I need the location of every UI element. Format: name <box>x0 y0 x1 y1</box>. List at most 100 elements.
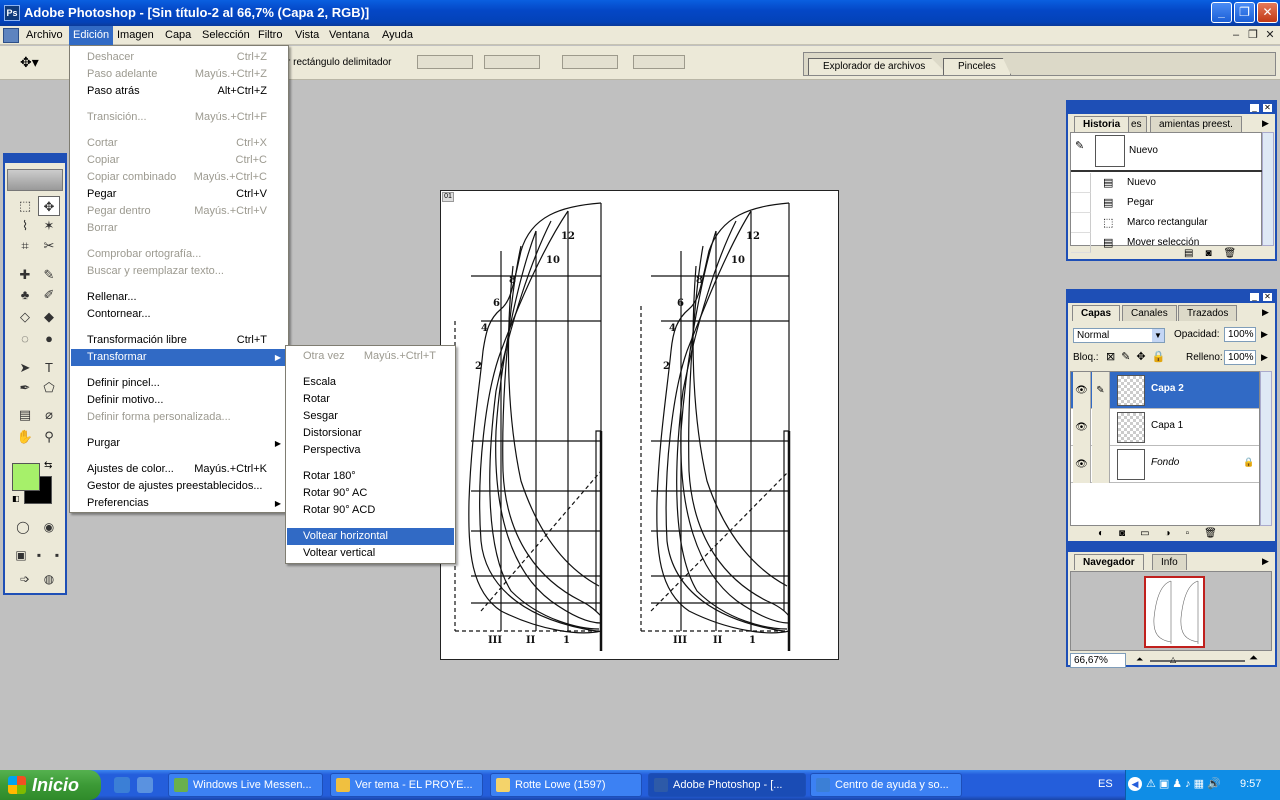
history-minimize-button[interactable]: _ <box>1249 103 1260 113</box>
layer-row[interactable]: 👁 Fondo 🔒 <box>1071 446 1259 483</box>
tray-icons[interactable]: ⚠▣♟♪▦🔊 <box>1146 777 1236 793</box>
opacity-slider-arrow-icon[interactable]: ▶ <box>1261 329 1268 340</box>
edit-menu-item[interactable]: Pegar Ctrl+V <box>71 186 287 203</box>
history-source-cell[interactable] <box>1071 173 1091 193</box>
screen-mode-3-icon[interactable]: ▪ <box>46 545 68 565</box>
transform-menu-item[interactable]: Escala <box>287 374 454 391</box>
history-brush-icon[interactable]: ✐ <box>38 285 60 305</box>
visibility-eye-icon[interactable]: 👁 <box>1073 446 1091 483</box>
adobe-logo-icon[interactable] <box>7 169 63 191</box>
navigator-menu-arrow-icon[interactable]: ▶ <box>1262 556 1269 567</box>
pen-tool-icon[interactable]: ✒ <box>14 378 36 398</box>
layer-thumbnail[interactable] <box>1117 412 1145 443</box>
zoom-tool-icon[interactable]: ⚲ <box>38 427 60 447</box>
opacity-input[interactable]: 100% <box>1224 327 1256 342</box>
history-source-cell[interactable] <box>1071 213 1091 233</box>
well-tab-file-browser[interactable]: Explorador de archivos <box>808 58 948 75</box>
history-menu-arrow-icon[interactable]: ▶ <box>1262 118 1269 129</box>
marquee-tool-icon[interactable]: ⬚ <box>14 196 36 216</box>
quickmask-mode-icon[interactable]: ◉ <box>38 517 60 537</box>
tab-canales[interactable]: Canales <box>1122 305 1177 321</box>
fill-slider-arrow-icon[interactable]: ▶ <box>1261 352 1268 363</box>
standard-mode-icon[interactable]: ◯ <box>12 517 34 537</box>
foreground-color-swatch[interactable] <box>12 463 40 491</box>
layer-row[interactable]: 👁 ✎ Capa 2 <box>1071 372 1259 409</box>
paint-bucket-icon[interactable]: ◆ <box>38 307 60 327</box>
distribute-horizontal-icons[interactable] <box>633 55 685 69</box>
transform-menu-item[interactable]: Rotar 180° <box>287 468 454 485</box>
edit-menu-item[interactable]: Ajustes de color... Mayús.+Ctrl+K <box>71 461 287 478</box>
hand-tool-icon[interactable]: ✋ <box>14 427 36 447</box>
taskbar-item[interactable]: Rotte Lowe (1597) <box>490 773 642 797</box>
transform-menu-item[interactable]: Sesgar <box>287 408 454 425</box>
history-source-cell[interactable] <box>1071 193 1091 213</box>
navigator-panel-header[interactable] <box>1068 544 1275 552</box>
edit-menu-item[interactable]: Preferencias ▶ <box>71 495 287 512</box>
document-canvas[interactable]: 01 12 10 8 6 4 2 III II 1 12 10 8 6 4 2 … <box>440 190 839 660</box>
layers-bottom-icons[interactable]: ◐◙▭◑▫🗑 <box>1098 528 1232 539</box>
taskbar-item[interactable]: Adobe Photoshop - [... <box>648 773 806 797</box>
imageready-icon[interactable]: ◍ <box>38 569 60 589</box>
edit-menu-item[interactable]: Purgar ▶ <box>71 435 287 452</box>
edit-menu-item[interactable]: Paso atrás Alt+Ctrl+Z <box>71 83 287 100</box>
layer-thumbnail[interactable] <box>1117 375 1145 406</box>
magic-wand-icon[interactable]: ✶ <box>38 216 60 236</box>
path-select-icon[interactable]: ➤ <box>14 358 36 378</box>
transform-menu-item[interactable]: Distorsionar <box>287 425 454 442</box>
tab-herramientas-preest[interactable]: amientas preest. <box>1150 116 1242 132</box>
taskbar-item[interactable]: Windows Live Messen... <box>168 773 323 797</box>
snapshot-thumb[interactable] <box>1095 135 1125 167</box>
history-item[interactable]: Marco rectangular <box>1127 213 1261 233</box>
edit-menu-item[interactable]: Definir pincel... <box>71 375 287 392</box>
history-brush-icon[interactable]: ✎ <box>1075 139 1084 152</box>
clone-stamp-icon[interactable]: ♣ <box>14 285 36 305</box>
layer-link-icon[interactable] <box>1092 446 1110 483</box>
move-tool-icon[interactable]: ✥ <box>38 196 60 216</box>
move-tool-icon[interactable]: ✥▾ <box>20 54 39 71</box>
history-scrollbar[interactable] <box>1262 132 1274 246</box>
layer-row[interactable]: 👁 Capa 1 <box>1071 409 1259 446</box>
slice-tool-icon[interactable]: ✂ <box>38 236 60 256</box>
tray-expand-icon[interactable]: ◀ <box>1128 777 1142 791</box>
menu-capa[interactable]: Capa <box>161 26 195 45</box>
zoom-out-icon[interactable]: ⏶ <box>1136 654 1143 665</box>
layers-minimize-button[interactable]: _ <box>1249 292 1260 302</box>
layer-name[interactable]: Capa 1 <box>1151 420 1183 431</box>
close-button[interactable]: ✕ <box>1257 2 1278 23</box>
edit-menu-item[interactable]: Definir motivo... <box>71 392 287 409</box>
language-indicator[interactable]: ES <box>1098 778 1113 790</box>
distribute-icons[interactable] <box>562 55 618 69</box>
align-vertical-icons[interactable] <box>484 55 540 69</box>
edit-menu-item[interactable]: Contornear... <box>71 306 287 323</box>
visibility-eye-icon[interactable]: 👁 <box>1073 372 1091 409</box>
navigator-view-box[interactable] <box>1144 576 1205 648</box>
blur-tool-icon[interactable]: ◌ <box>14 329 36 349</box>
layers-close-button[interactable]: ✕ <box>1262 292 1273 302</box>
menu-vista[interactable]: Vista <box>291 26 323 45</box>
align-icons[interactable] <box>417 55 473 69</box>
visibility-eye-icon[interactable]: 👁 <box>1073 409 1091 446</box>
edit-menu-item[interactable]: Gestor de ajustes preestablecidos... <box>71 478 287 495</box>
zoom-input[interactable]: 66,67% <box>1070 653 1126 668</box>
photoshop-app-icon[interactable]: Ps <box>4 5 20 21</box>
eyedropper-icon[interactable]: ⌀ <box>38 405 60 425</box>
well-tab-brushes[interactable]: Pinceles <box>943 58 1011 75</box>
document-icon[interactable] <box>3 28 19 43</box>
layers-menu-arrow-icon[interactable]: ▶ <box>1262 307 1269 318</box>
history-close-button[interactable]: ✕ <box>1262 103 1273 113</box>
zoom-slider[interactable] <box>1150 660 1245 662</box>
lasso-tool-icon[interactable]: ⌇ <box>14 216 36 236</box>
dodge-tool-icon[interactable]: ● <box>38 329 60 349</box>
shape-tool-icon[interactable]: ⬠ <box>38 378 60 398</box>
edit-menu-item[interactable]: Transformar ▶ <box>71 349 287 366</box>
tab-trazados[interactable]: Trazados <box>1178 305 1238 321</box>
taskbar-item[interactable]: Ver tema - EL PROYE... <box>330 773 483 797</box>
transform-menu-item[interactable]: Rotar <box>287 391 454 408</box>
eraser-tool-icon[interactable]: ◇ <box>14 307 36 327</box>
chevron-down-icon[interactable]: ▼ <box>1152 329 1164 342</box>
maximize-button[interactable]: ❐ <box>1234 2 1255 23</box>
layer-name[interactable]: Fondo <box>1151 457 1179 468</box>
doc-minimize-button[interactable]: – <box>1228 28 1244 42</box>
taskbar-item[interactable]: Centro de ayuda y so... <box>810 773 962 797</box>
swap-colors-icon[interactable]: ⇆ <box>44 460 52 471</box>
